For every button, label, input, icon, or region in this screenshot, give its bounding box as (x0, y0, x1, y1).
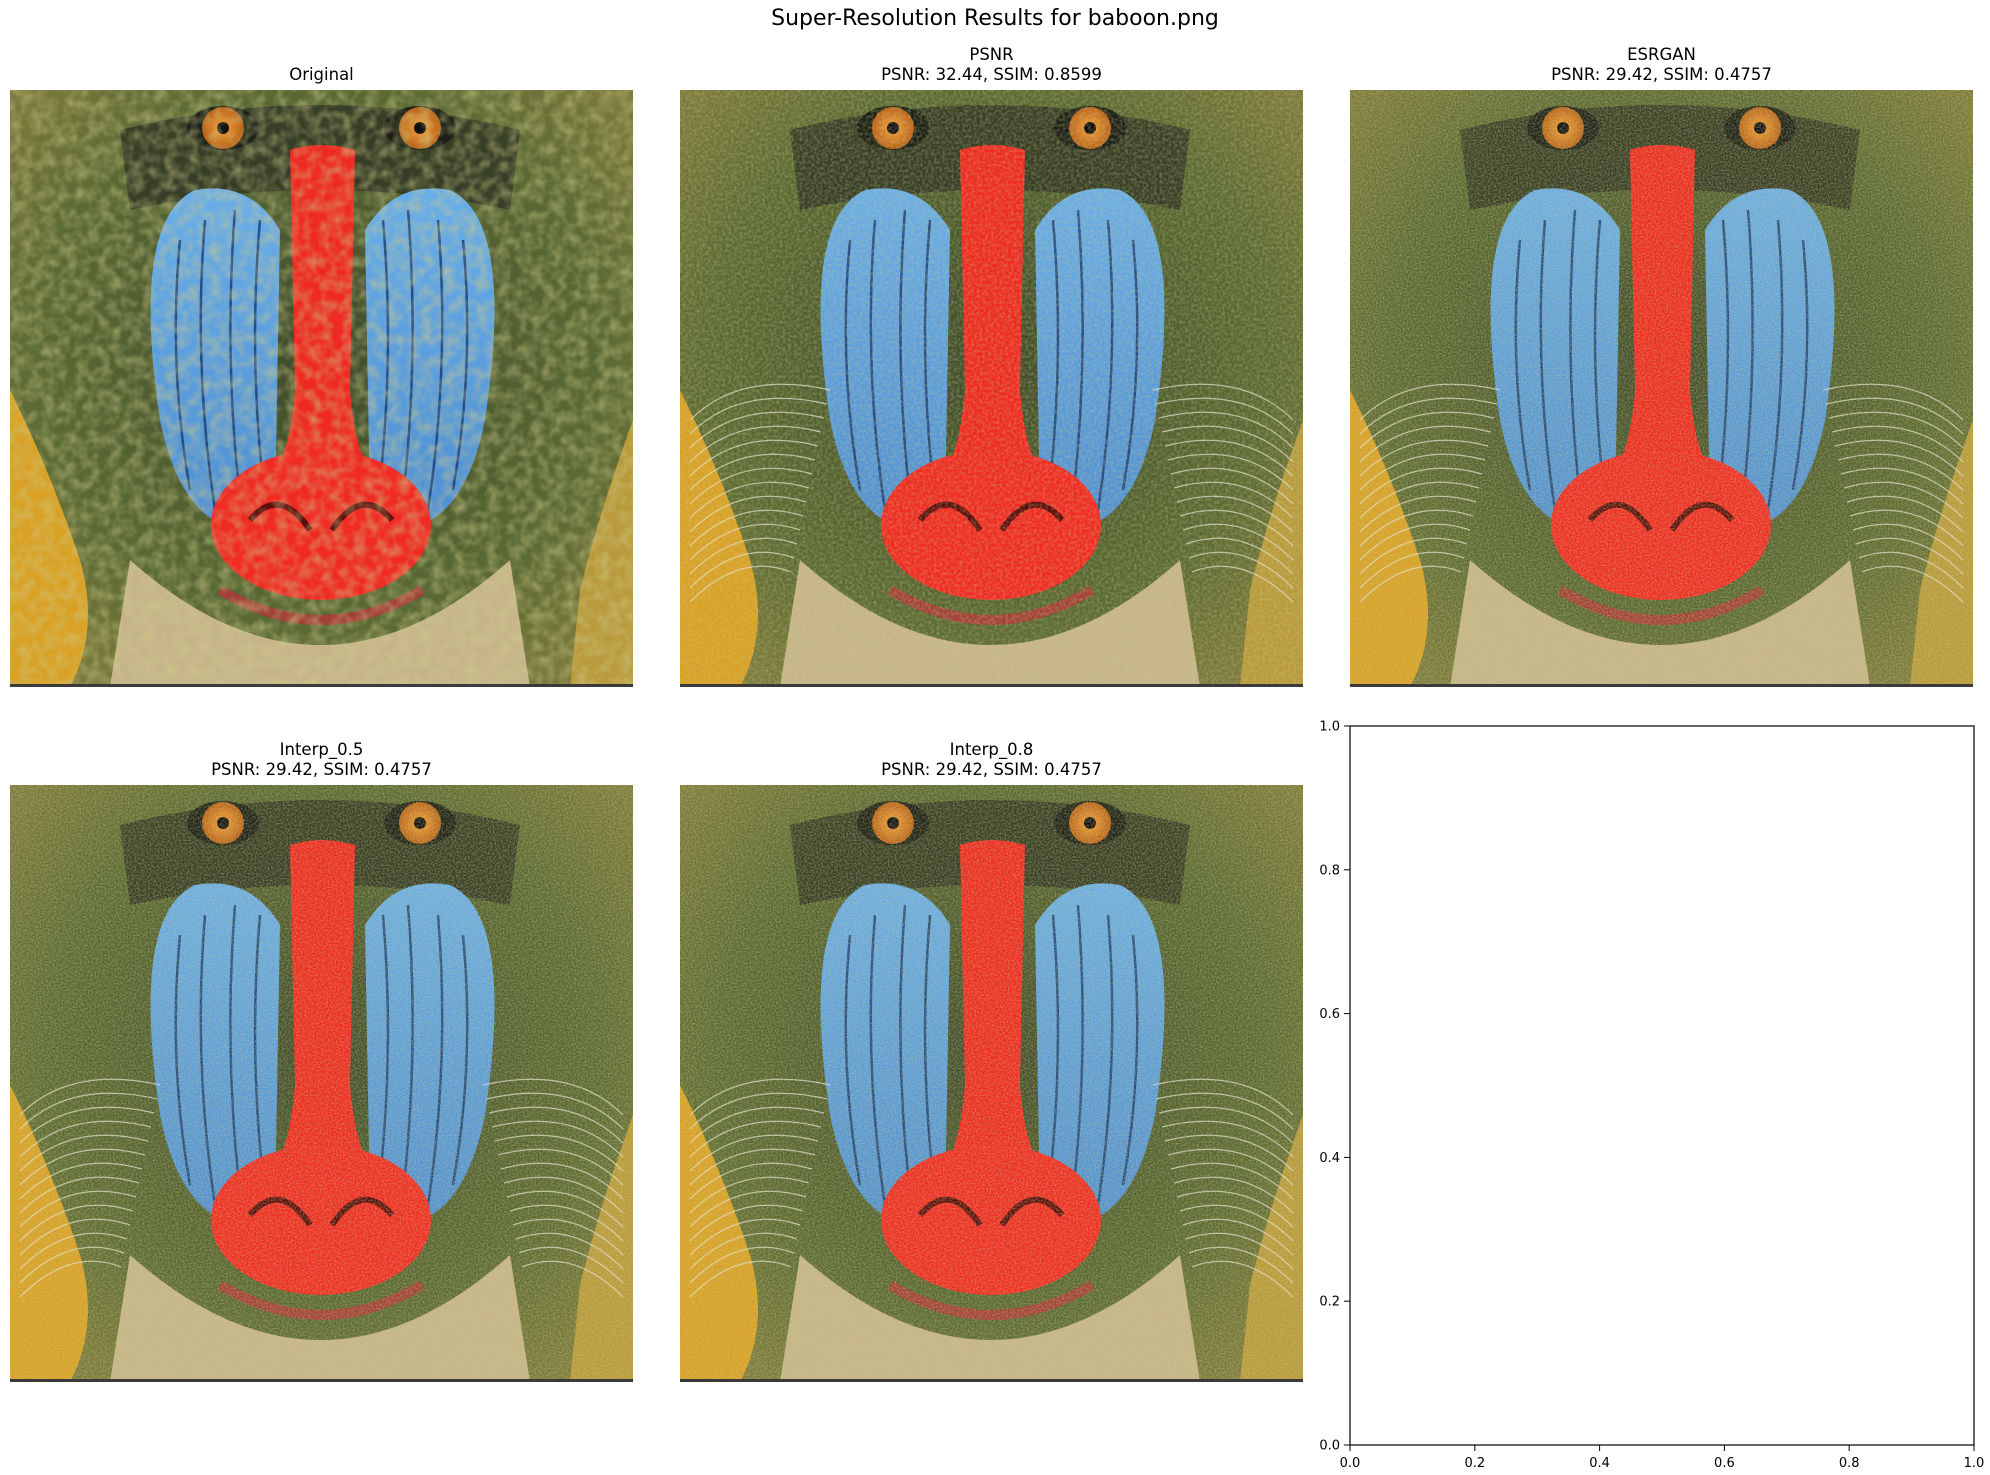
y-tick-label: 0.4 (1319, 1151, 1340, 1166)
fur-texture (680, 90, 1303, 687)
panel-metrics-label: PSNR: 32.44, SSIM: 0.8599 (881, 65, 1102, 84)
fur-texture (10, 785, 633, 1382)
baboon-image-esrgan (1350, 90, 1973, 687)
image-bottom-edge (10, 684, 633, 687)
panel-title: ESRGAN PSNR: 29.42, SSIM: 0.4757 (1350, 45, 1973, 85)
panel-method-label: Original (289, 65, 354, 84)
x-tick-label: 0.4 (1589, 1456, 1610, 1471)
panel-title: PSNR PSNR: 32.44, SSIM: 0.8599 (680, 45, 1303, 85)
baboon-image-interp-0-5 (10, 785, 633, 1382)
image-bottom-edge (10, 1379, 633, 1382)
fur-texture (680, 785, 1303, 1382)
panel-metrics-label: PSNR: 29.42, SSIM: 0.4757 (1551, 65, 1772, 84)
panel-method-label: Interp_0.8 (949, 740, 1034, 759)
baboon-image-original (10, 90, 633, 687)
image-bottom-edge (1350, 684, 1973, 687)
y-tick-label: 0.8 (1319, 863, 1340, 878)
y-tick-label: 0.2 (1319, 1295, 1340, 1310)
panel-title: Interp_0.8 PSNR: 29.42, SSIM: 0.4757 (680, 740, 1303, 780)
panel-metrics-label: PSNR: 29.42, SSIM: 0.4757 (881, 760, 1102, 779)
x-tick-label: 1.0 (1964, 1456, 1985, 1471)
fur-texture (1350, 90, 1973, 687)
panel-method-label: PSNR (969, 45, 1014, 64)
axes-frame (1349, 725, 1975, 1446)
y-tick-label: 0.0 (1319, 1439, 1340, 1454)
panel-title: Original (10, 65, 633, 85)
image-bottom-edge (680, 1379, 1303, 1382)
baboon-image-psnr (680, 90, 1303, 687)
fur-texture (10, 90, 633, 687)
x-tick-label: 0.0 (1340, 1456, 1361, 1471)
y-tick-label: 1.0 (1319, 720, 1340, 735)
panel-method-label: Interp_0.5 (279, 740, 364, 759)
panel-method-label: ESRGAN (1627, 45, 1696, 64)
baboon-image-interp-0-8 (680, 785, 1303, 1382)
panel-metrics-label: PSNR: 29.42, SSIM: 0.4757 (211, 760, 432, 779)
figure-title: Super-Resolution Results for baboon.png (771, 6, 1219, 31)
x-tick-label: 0.2 (1464, 1456, 1485, 1471)
panel-title: Interp_0.5 PSNR: 29.42, SSIM: 0.4757 (10, 740, 633, 780)
y-tick-label: 0.6 (1319, 1007, 1340, 1022)
empty-axes: 0.0 0.2 0.4 0.6 0.8 1.0 0.0 0.2 0.4 0.6 0.8 1.0 (1319, 720, 1984, 1472)
image-bottom-edge (680, 684, 1303, 687)
x-tick-label: 0.6 (1714, 1456, 1735, 1471)
x-tick-label: 0.8 (1839, 1456, 1860, 1471)
